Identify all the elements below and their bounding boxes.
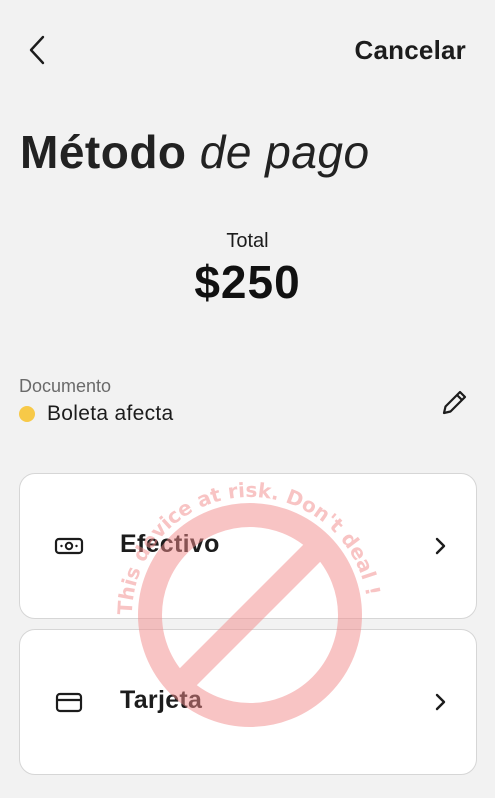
back-button[interactable]	[22, 32, 52, 68]
page-title: Método de pago	[20, 124, 370, 180]
document-value: Boleta afecta	[47, 402, 174, 425]
chevron-right-icon	[435, 693, 446, 711]
payment-option-card[interactable]: Tarjeta	[19, 629, 477, 775]
edit-document-button[interactable]	[437, 384, 473, 420]
cash-icon	[54, 537, 84, 555]
credit-card-icon	[55, 692, 83, 713]
page-title-italic: de pago	[199, 126, 370, 178]
total-summary: Total $250	[0, 228, 495, 310]
document-value-row: Boleta afecta	[19, 402, 174, 426]
payment-option-label: Efectivo	[120, 530, 220, 558]
pencil-icon	[442, 390, 467, 415]
chevron-right-icon	[435, 537, 446, 555]
total-label: Total	[226, 230, 269, 252]
document-label: Documento	[19, 376, 112, 396]
total-amount: $250	[194, 256, 301, 308]
cancel-button[interactable]: Cancelar	[355, 35, 466, 66]
document-status-dot	[19, 406, 35, 422]
document-section: Documento Boleta afecta	[19, 374, 475, 434]
top-bar: Cancelar	[0, 0, 495, 100]
payment-option-label: Tarjeta	[120, 686, 203, 714]
page-title-bold: Método	[20, 126, 187, 178]
chevron-left-icon	[29, 35, 45, 65]
payment-option-cash[interactable]: Efectivo	[19, 473, 477, 619]
